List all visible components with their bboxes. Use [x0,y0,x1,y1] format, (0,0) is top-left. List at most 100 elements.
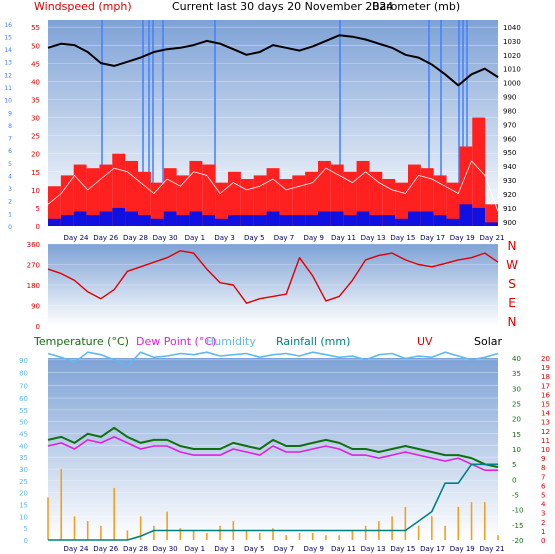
wind-x-tick-label: Day 3 [214,234,235,242]
average-wind-bar [433,215,447,226]
direction-tick-label: 360 [27,241,40,249]
beaufort-tick-label: 10 [4,98,12,105]
beaufort-tick-label: 14 [4,47,12,54]
temp-x-tick-label: Day 3 [214,545,235,553]
temperature-tick-label: -15 [512,522,523,530]
compass-label: E [508,296,516,310]
wind-x-tick-label: Day 21 [480,234,505,242]
windspeed-tick-label: 5 [36,205,40,213]
beaufort-tick-label: 4 [8,173,12,180]
windspeed-tick-label: 55 [31,24,40,32]
average-wind-bar [446,218,460,226]
average-wind-bar [138,215,151,226]
wind-x-tick-label: Day 9 [303,234,324,242]
temp-x-tick-label: Day 13 [361,545,386,553]
average-wind-bar [86,215,100,226]
uv-tick-label: 3 [541,510,545,518]
average-wind-bar [253,215,267,226]
uv-tick-label: 9 [541,455,545,463]
average-wind-bar [382,215,396,226]
direction-tick-label: 180 [27,282,40,290]
uv-tick-label: 6 [541,482,546,490]
temperature-tick-label: 15 [512,431,521,439]
direction-tick-label: 0 [36,323,40,331]
beaufort-tick-label: 16 [4,22,12,29]
humidity-tick-label: 5 [24,525,28,533]
windspeed-tick-label: 10 [31,187,40,195]
windspeed-tick-label: 15 [31,169,40,177]
temperature-tick-label: 35 [512,370,521,378]
average-wind-bar [176,215,190,226]
uv-tick-label: 12 [541,428,550,436]
temp-x-tick-label: Day 7 [274,545,295,553]
wind-x-tick-label: Day 17 [420,234,445,242]
average-wind-bar [215,218,228,226]
uv-tick-label: 0 [541,537,545,545]
direction-tick-label: 270 [27,262,40,270]
barometer-tick-label: 930 [503,177,516,185]
wind-x-tick-label: Day 13 [361,234,386,242]
average-wind-bar [150,218,164,226]
wind-x-tick-label: Day 19 [450,234,475,242]
humidity-tick-label: 55 [19,407,28,415]
average-wind-bar [73,211,87,226]
wind-x-tick-label: Day 11 [331,234,356,242]
uv-tick-label: 10 [541,446,550,454]
barometer-tick-label: 960 [503,135,516,143]
humidity-tick-label: 60 [19,395,28,403]
average-wind-bar [343,215,357,226]
average-wind-bar [202,215,216,226]
barometer-tick-label: 1030 [503,38,521,46]
uv-tick-label: 14 [541,410,550,418]
temperature-tick-label: 5 [512,461,516,469]
humidity-tick-label: 15 [19,502,28,510]
legend-uv: UV [417,335,433,348]
beaufort-tick-label: 8 [8,123,12,130]
humidity-tick-label: 40 [19,442,28,450]
legend-temperature: Temperature (°C) [33,335,129,348]
windspeed-axis-title: Windspeed (mph) [34,0,132,13]
uv-tick-label: 7 [541,473,545,481]
wind-x-tick-label: Day 26 [93,234,119,242]
beaufort-tick-label: 6 [8,148,12,155]
wind-x-tick-label: Day 15 [390,234,415,242]
windspeed-tick-label: 40 [31,78,40,86]
temp-x-tick-label: Day 21 [480,545,505,553]
barometer-tick-label: 980 [503,107,516,115]
average-wind-bar [99,211,113,226]
legend-humidity: Humidity [206,335,256,348]
beaufort-tick-label: 0 [8,224,12,231]
beaufort-tick-label: 12 [4,72,12,79]
temp-x-tick-label: Day 26 [93,545,119,553]
windspeed-tick-label: 45 [31,60,40,68]
temperature-tick-label: -10 [512,507,523,515]
barometer-tick-label: 920 [503,191,516,199]
beaufort-tick-label: 2 [8,199,12,206]
uv-tick-label: 1 [541,528,545,536]
average-wind-bar [472,207,486,226]
average-wind-bar [60,215,74,226]
average-wind-bar [292,215,306,226]
barometer-tick-label: 970 [503,121,516,129]
humidity-tick-label: 90 [19,357,28,365]
uv-tick-label: 4 [541,501,546,509]
windspeed-tick-label: 25 [31,133,40,141]
weather-chart: Windspeed (mph) Current last 30 days 20 … [4,0,550,553]
average-wind-bar [266,211,280,226]
beaufort-tick-label: 15 [4,34,12,41]
legend-solar: Solar [474,335,503,348]
temp-x-tick-label: Day 11 [331,545,356,553]
temperature-tick-label: 20 [512,416,521,424]
uv-tick-label: 15 [541,401,550,409]
barometer-tick-label: 1020 [503,52,521,60]
windspeed-tick-label: 0 [36,223,40,231]
average-wind-bar [279,215,293,226]
uv-tick-label: 19 [541,364,550,372]
temp-x-tick-label: Day 30 [153,545,178,553]
chart-title: Current last 30 days 20 November 2024 [172,0,393,13]
windspeed-tick-label: 20 [31,151,40,159]
average-wind-bar [112,207,126,226]
legend-rainfall: Rainfall (mm) [276,335,350,348]
beaufort-tick-label: 3 [8,186,12,193]
humidity-tick-label: 35 [19,454,28,462]
